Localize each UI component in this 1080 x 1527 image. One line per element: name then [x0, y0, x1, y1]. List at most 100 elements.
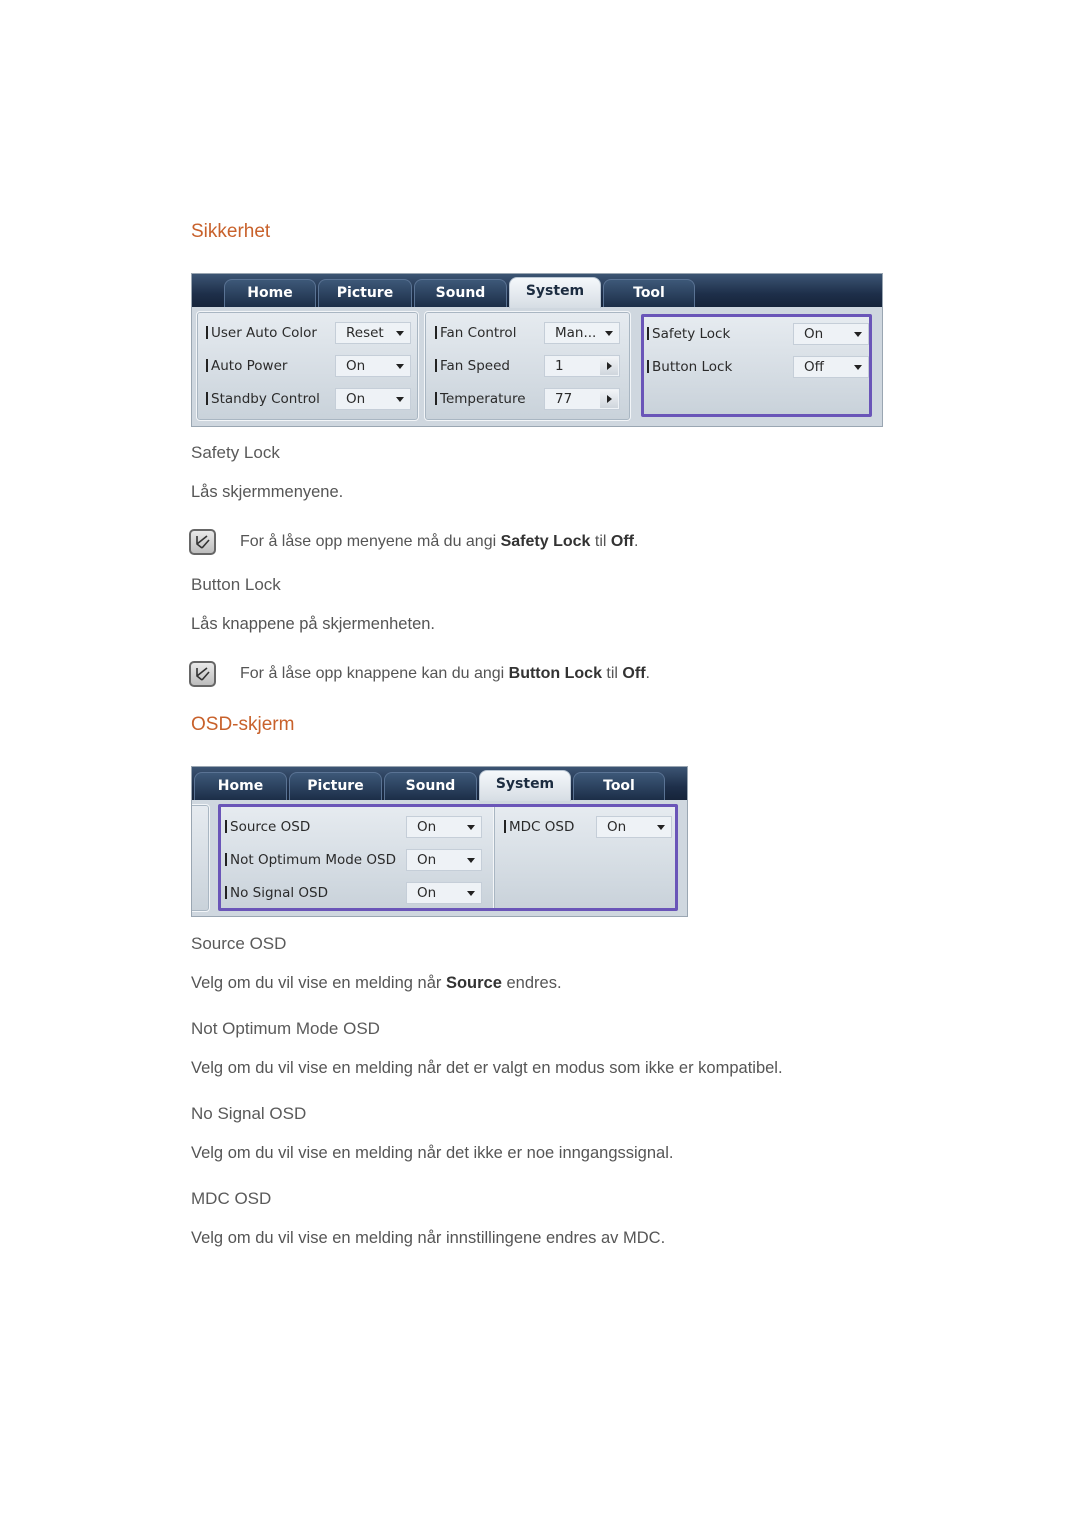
temperature-label: Temperature [435, 391, 526, 407]
osd-settings-panel: Home Picture Sound System Tool Source OS… [191, 766, 688, 917]
user-auto-color-label: User Auto Color [206, 325, 317, 341]
note-post: . [645, 665, 650, 682]
section-title-osd: OSD-skjerm [191, 714, 295, 735]
dropdown-value: On [346, 391, 366, 407]
note-text: For å låse opp knappene kan du angi Butt… [240, 665, 650, 683]
tab-bar: Home Picture Sound System Tool [192, 767, 687, 801]
source-osd-heading: Source OSD [191, 934, 287, 953]
mdc-osd-dropdown[interactable]: On [596, 816, 672, 838]
button-lock-note: For å låse opp knappene kan du angi Butt… [189, 661, 650, 687]
tab-bar: Home Picture Sound System Tool [192, 274, 882, 308]
chevron-down-icon [657, 825, 665, 830]
spinner-value: 1 [555, 358, 564, 374]
play-arrow-icon[interactable] [600, 390, 618, 408]
desc-bold: Source [445, 974, 502, 992]
dropdown-value: On [417, 819, 437, 835]
mdc-osd-label: MDC OSD [504, 819, 574, 835]
note-text: For å låse opp menyene må du angi Safety… [240, 533, 638, 551]
chevron-down-icon [467, 858, 475, 863]
note-mid: til [590, 533, 611, 550]
not-optimum-mode-osd-description: Velg om du vil vise en melding når det e… [191, 1059, 783, 1077]
desc-post: endres. [501, 974, 562, 992]
note-bold-value: Off [622, 665, 646, 682]
button-lock-label: Button Lock [647, 359, 732, 375]
tab-picture[interactable]: Picture [318, 279, 412, 307]
no-signal-osd-label: No Signal OSD [225, 885, 328, 901]
tab-home[interactable]: Home [194, 772, 287, 800]
partial-group-left [192, 804, 210, 912]
no-signal-osd-heading: No Signal OSD [191, 1104, 307, 1123]
source-osd-description: Velg om du vil vise en melding når Sourc… [191, 974, 562, 993]
note-bold-setting: Button Lock [508, 665, 602, 682]
chevron-down-icon [467, 891, 475, 896]
tab-system[interactable]: System [479, 770, 571, 801]
standby-control-label: Standby Control [206, 391, 320, 407]
dropdown-value: On [607, 819, 627, 835]
fan-control-label: Fan Control [435, 325, 516, 341]
general-group: User Auto Color Reset Auto Power On Stan… [196, 311, 419, 421]
desc-pre: Velg om du vil vise en melding når [191, 974, 446, 992]
safety-lock-dropdown[interactable]: On [793, 323, 869, 345]
tab-home[interactable]: Home [224, 279, 316, 307]
note-pencil-icon [189, 529, 216, 555]
not-optimum-mode-osd-dropdown[interactable]: On [406, 849, 482, 871]
dropdown-value: On [346, 358, 366, 374]
tab-tool[interactable]: Tool [603, 279, 695, 307]
tab-sound[interactable]: Sound [414, 279, 507, 307]
button-lock-heading: Button Lock [191, 575, 281, 594]
chevron-down-icon [396, 331, 404, 336]
source-osd-label: Source OSD [225, 819, 310, 835]
safety-lock-description: Lås skjermmenyene. [191, 483, 344, 501]
auto-power-dropdown[interactable]: On [335, 355, 411, 377]
dropdown-value: On [417, 885, 437, 901]
standby-control-dropdown[interactable]: On [335, 388, 411, 410]
group-divider [493, 807, 494, 908]
fan-group: Fan Control Man... Fan Speed 1 Temperatu… [424, 311, 631, 421]
not-optimum-mode-osd-heading: Not Optimum Mode OSD [191, 1019, 380, 1038]
system-settings-panel: Home Picture Sound System Tool User Auto… [191, 273, 883, 427]
chevron-down-icon [467, 825, 475, 830]
lock-group-highlighted: Safety Lock On Button Lock Off [641, 314, 872, 417]
dropdown-value: Reset [346, 325, 384, 341]
no-signal-osd-dropdown[interactable]: On [406, 882, 482, 904]
chevron-down-icon [854, 365, 862, 370]
dropdown-value: Man... [555, 325, 597, 341]
not-optimum-mode-osd-label: Not Optimum Mode OSD [225, 852, 396, 868]
chevron-down-icon [854, 332, 862, 337]
safety-lock-heading: Safety Lock [191, 443, 280, 462]
note-pre: For å låse opp menyene må du angi [240, 533, 501, 550]
safety-lock-label: Safety Lock [647, 326, 730, 342]
spinner-value: 77 [555, 391, 573, 407]
button-lock-dropdown[interactable]: Off [793, 356, 869, 378]
safety-lock-note: For å låse opp menyene må du angi Safety… [189, 529, 638, 555]
tab-picture[interactable]: Picture [289, 772, 382, 800]
note-bold-setting: Safety Lock [500, 533, 591, 550]
fan-control-dropdown[interactable]: Man... [544, 322, 620, 344]
osd-group-highlighted: Source OSD On Not Optimum Mode OSD On No… [218, 804, 678, 911]
auto-power-label: Auto Power [206, 358, 287, 374]
note-pre: For å låse opp knappene kan du angi [240, 665, 509, 682]
fan-speed-label: Fan Speed [435, 358, 510, 374]
play-arrow-icon[interactable] [600, 357, 618, 375]
dropdown-value: On [417, 852, 437, 868]
note-post: . [633, 533, 639, 550]
tab-tool[interactable]: Tool [573, 772, 665, 800]
note-pencil-icon [189, 661, 216, 687]
source-osd-dropdown[interactable]: On [406, 816, 482, 838]
note-bold-value: Off [610, 533, 634, 550]
user-auto-color-dropdown[interactable]: Reset [335, 322, 411, 344]
section-title-security: Sikkerhet [191, 221, 271, 242]
temperature-spinner[interactable]: 77 [544, 388, 620, 410]
fan-speed-spinner[interactable]: 1 [544, 355, 620, 377]
tab-sound[interactable]: Sound [384, 772, 477, 800]
dropdown-value: On [804, 326, 824, 342]
mdc-osd-heading: MDC OSD [191, 1189, 272, 1208]
mdc-osd-description: Velg om du vil vise en melding når innst… [191, 1229, 666, 1247]
note-mid: til [601, 665, 623, 682]
chevron-down-icon [605, 331, 613, 336]
chevron-down-icon [396, 364, 404, 369]
chevron-down-icon [396, 397, 404, 402]
button-lock-description: Lås knappene på skjermenheten. [191, 615, 436, 633]
no-signal-osd-description: Velg om du vil vise en melding når det i… [191, 1144, 674, 1162]
tab-system[interactable]: System [509, 277, 601, 308]
